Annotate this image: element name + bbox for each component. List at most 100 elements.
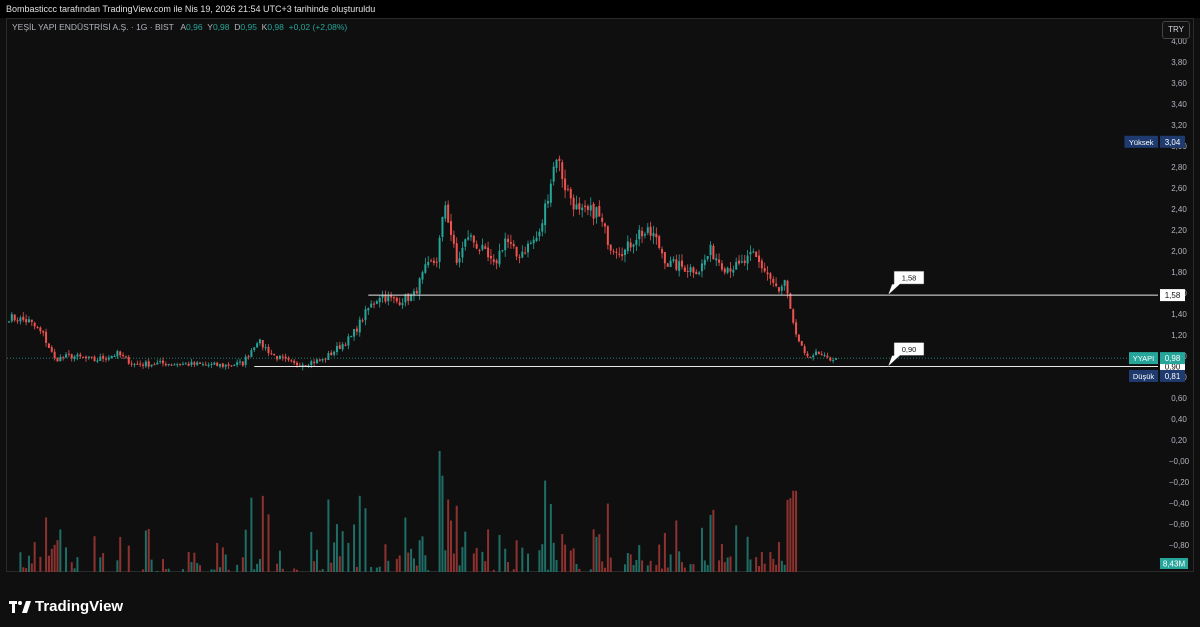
candle-body: [122, 354, 125, 356]
candle-body: [93, 356, 96, 361]
candle: [472, 235, 475, 248]
candle-body: [67, 353, 70, 355]
candle: [333, 350, 336, 357]
candle: [666, 262, 669, 268]
volume-bar: [375, 567, 378, 572]
candle-body: [715, 258, 718, 261]
candle-body: [658, 236, 661, 248]
candle-body: [278, 355, 281, 360]
candle: [415, 287, 418, 294]
candle-body: [276, 356, 279, 360]
y-tick-label: −0,40: [1169, 499, 1190, 508]
close-value: 0,98: [267, 22, 284, 32]
volume-bar: [39, 556, 42, 572]
volume-bar: [552, 542, 555, 572]
candle-body: [250, 350, 253, 358]
volume-bar: [364, 508, 367, 572]
volume-bar: [181, 569, 184, 572]
candle: [609, 244, 612, 255]
candle: [67, 350, 70, 357]
volume-bar: [150, 559, 153, 572]
candle: [535, 231, 538, 243]
candle-body: [384, 294, 387, 302]
y-tick-label: 0,40: [1171, 415, 1187, 424]
candle-body: [786, 280, 789, 294]
candle-body: [432, 260, 435, 263]
candle-body: [632, 244, 635, 247]
candle-body: [581, 207, 584, 211]
candle-body: [210, 363, 213, 365]
volume-bar: [663, 533, 666, 572]
candle: [435, 257, 438, 268]
y-tick-label: −0,00: [1169, 457, 1190, 466]
candle-body: [817, 351, 820, 354]
candle: [689, 264, 692, 276]
candle-body: [643, 233, 646, 236]
candle-body: [304, 365, 307, 367]
volume-bar: [675, 520, 678, 572]
volume-bar: [353, 524, 356, 572]
volume-bar: [73, 568, 76, 572]
candle-body: [196, 362, 199, 365]
candle: [36, 325, 39, 329]
last-price-tag-name: YYAPI: [1133, 354, 1155, 363]
candle: [116, 349, 119, 359]
volume-bar: [65, 547, 68, 572]
candle: [430, 258, 433, 262]
volume-bar: [789, 498, 792, 572]
candle: [56, 357, 59, 362]
candle: [683, 265, 686, 272]
candle-body: [76, 354, 79, 357]
price-chart[interactable]: 4,003,803,603,403,203,002,802,602,402,20…: [0, 18, 1200, 572]
candle-body: [635, 239, 638, 245]
candle-body: [450, 221, 453, 235]
candle-body: [683, 267, 686, 272]
candle: [170, 363, 173, 367]
candle: [27, 316, 30, 323]
candle-body: [358, 319, 361, 333]
candle-body: [735, 261, 738, 270]
candle: [256, 341, 259, 348]
candle: [698, 270, 701, 276]
tradingview-logo[interactable]: TradingView: [9, 598, 123, 615]
volume-bar: [341, 531, 344, 572]
candle-body: [527, 243, 530, 253]
candle: [253, 347, 256, 353]
volume-bar: [276, 563, 279, 572]
candle: [803, 344, 806, 356]
candle-body: [36, 327, 39, 329]
candle-body: [549, 183, 552, 203]
candle-body: [797, 334, 800, 342]
volume-bar: [267, 514, 270, 572]
candle: [558, 155, 561, 172]
volume-bar: [472, 553, 475, 572]
volume-bar: [244, 529, 247, 572]
candle-body: [347, 336, 350, 346]
candle-body: [641, 230, 644, 237]
candle-body: [541, 223, 544, 232]
volume-bar: [601, 561, 604, 572]
candle-body: [102, 355, 105, 359]
volume-bar: [772, 558, 775, 572]
candle-body: [256, 343, 259, 348]
volume-bar: [589, 569, 592, 572]
candle: [65, 352, 68, 359]
volume-bar: [333, 542, 336, 572]
candle: [13, 314, 16, 322]
y-tick-label: 2,60: [1171, 184, 1187, 193]
volume-bar: [293, 568, 296, 572]
candle: [715, 253, 718, 267]
candle-body: [509, 242, 512, 244]
candle: [552, 162, 555, 186]
volume-bar: [427, 570, 430, 572]
candle: [455, 237, 458, 266]
volume-bar: [213, 569, 216, 572]
candle-body: [338, 345, 341, 349]
candle: [783, 279, 786, 291]
candle: [564, 169, 567, 199]
candle: [247, 354, 250, 360]
candle-body: [544, 203, 547, 226]
volume-bar: [450, 520, 453, 572]
currency-button[interactable]: TRY: [1162, 21, 1190, 39]
volume-bar: [370, 567, 373, 572]
